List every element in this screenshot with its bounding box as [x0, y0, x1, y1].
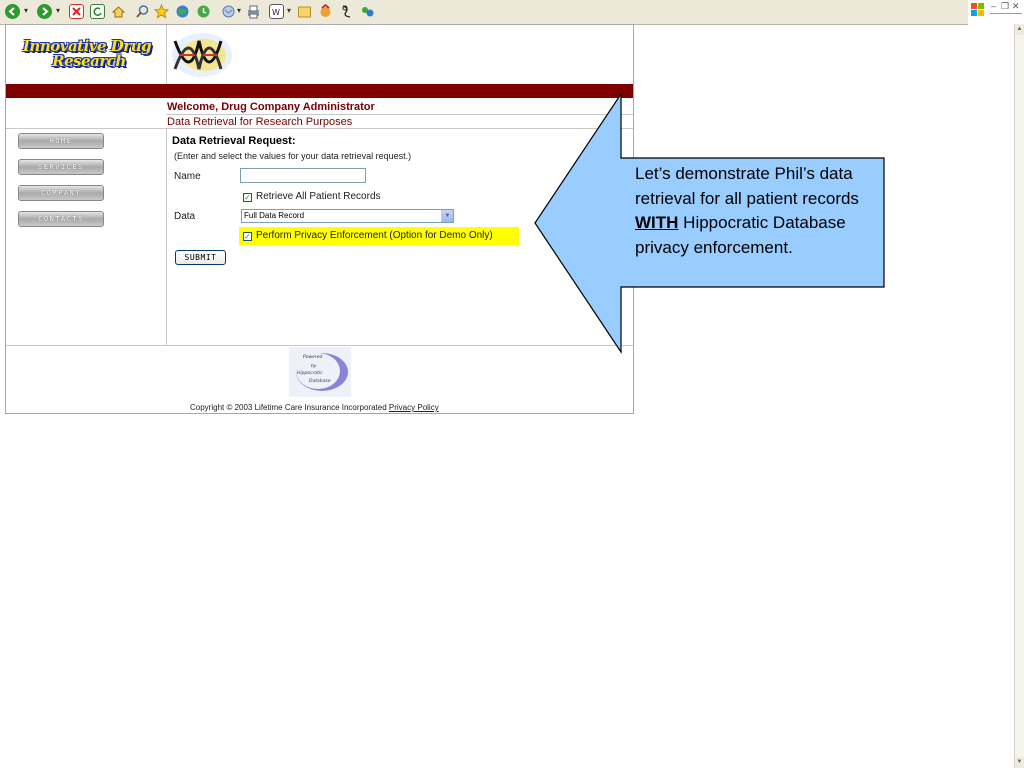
print-icon[interactable]: [246, 4, 261, 19]
minimize-button[interactable]: –: [991, 1, 996, 11]
site-logo[interactable]: Innovative Drug Research: [11, 39, 163, 69]
callout-text: Let’s demonstrate Phil’s data retrieval …: [635, 162, 880, 260]
stop-icon[interactable]: [69, 4, 84, 19]
favorites-icon[interactable]: [153, 3, 170, 19]
hippocratic-seal-icon: Powered by Hippocratic Database: [289, 347, 351, 397]
scroll-up-icon[interactable]: ▲: [1015, 24, 1024, 35]
home-icon[interactable]: [111, 4, 126, 19]
data-label: Data: [174, 211, 196, 222]
submit-button[interactable]: SUBMIT: [175, 250, 226, 265]
chevron-down-icon[interactable]: ▾: [287, 7, 291, 15]
media-icon[interactable]: [175, 4, 190, 19]
page-subtitle: Data Retrieval for Research Purposes: [167, 116, 353, 128]
svg-text:W: W: [272, 8, 280, 17]
chevron-down-icon[interactable]: ▾: [24, 7, 28, 15]
messenger-icon[interactable]: [318, 3, 333, 19]
browser-toolbar: ▾ ▾ ▾ W ▾: [0, 0, 968, 25]
windows-logo-icon: [971, 3, 984, 16]
copyright-label: Copyright © 2003 Lifetime Care Insurance…: [190, 403, 387, 412]
chevron-down-icon[interactable]: ▾: [237, 7, 241, 15]
copyright-text: Copyright © 2003 Lifetime Care Insurance…: [190, 403, 439, 412]
privacy-checkbox[interactable]: ✓: [243, 232, 252, 241]
discuss-icon[interactable]: [297, 4, 312, 19]
header-divider: [166, 25, 167, 84]
search-icon[interactable]: [135, 4, 150, 19]
name-input[interactable]: [240, 168, 366, 183]
vertical-scrollbar[interactable]: ▲ ▼: [1014, 24, 1024, 768]
privacy-policy-link[interactable]: Privacy Policy: [389, 403, 439, 412]
privacy-label: Perform Privacy Enforcement (Option for …: [256, 230, 493, 241]
welcome-text: Welcome, Drug Company Administrator: [167, 101, 375, 113]
sidebar-divider: [166, 128, 167, 345]
seal-line4: Database: [309, 378, 331, 384]
callout-emphasis: WITH: [635, 213, 679, 232]
retrieve-all-checkbox[interactable]: ✓: [243, 193, 252, 202]
retrieve-all-label: Retrieve All Patient Records: [256, 191, 381, 202]
history-icon[interactable]: [196, 4, 211, 19]
chevron-down-icon[interactable]: ▾: [56, 7, 60, 15]
restore-button[interactable]: ❐: [1001, 1, 1009, 11]
nav-contacts[interactable]: CONTACTS: [18, 211, 104, 227]
edit-icon[interactable]: W: [269, 4, 284, 19]
close-button[interactable]: ✕: [1012, 1, 1020, 11]
forward-icon[interactable]: [37, 4, 52, 19]
seal-line1: Powered: [303, 354, 323, 360]
form-hint: (Enter and select the values for your da…: [174, 151, 412, 161]
nav-home[interactable]: HOME: [18, 133, 104, 149]
form-title: Data Retrieval Request:: [172, 135, 296, 147]
callout-text-before: Let’s demonstrate Phil’s data retrieval …: [635, 164, 859, 208]
mail-icon[interactable]: [221, 4, 236, 19]
data-select-value: Full Data Record: [244, 211, 305, 220]
dna-logo-icon: [172, 33, 232, 77]
refresh-icon[interactable]: [90, 4, 105, 19]
data-select[interactable]: Full Data Record ▼: [241, 209, 454, 223]
research-icon[interactable]: [339, 4, 354, 19]
window-corner: – ❐ ✕: [968, 0, 1024, 24]
chevron-down-icon[interactable]: ▼: [441, 210, 453, 222]
logo-line2: Research: [52, 52, 126, 70]
nav-company[interactable]: COMPANY: [18, 185, 104, 201]
nav-services[interactable]: SERVICES: [18, 159, 104, 175]
name-label: Name: [174, 171, 201, 182]
back-icon[interactable]: [5, 4, 20, 19]
seal-line2: by: [311, 363, 317, 369]
scroll-down-icon[interactable]: ▼: [1015, 757, 1024, 768]
extra-icon[interactable]: [360, 4, 375, 19]
seal-line3: Hippocratic: [297, 370, 323, 376]
